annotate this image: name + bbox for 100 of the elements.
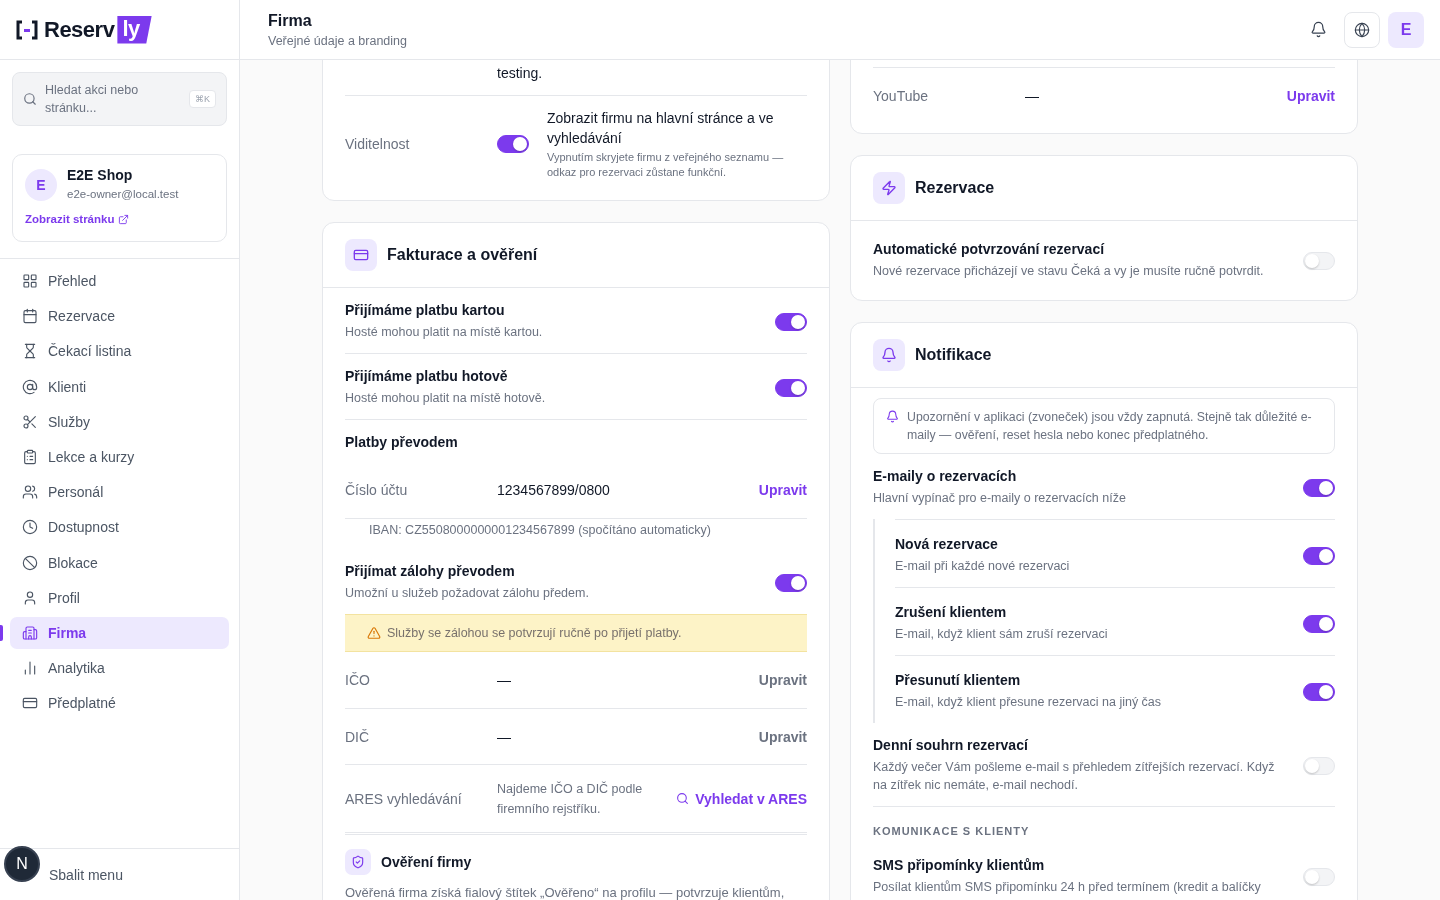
field-value: 1234567899/0800 <box>497 482 611 498</box>
bar-chart-icon <box>22 660 38 677</box>
user-avatar-button[interactable]: E <box>1388 11 1424 48</box>
credit-card-icon <box>345 239 377 271</box>
shortcut-hint: ⌘K <box>189 90 216 108</box>
building-icon <box>22 624 38 641</box>
language-button[interactable] <box>1344 11 1380 48</box>
field-label: YouTube <box>873 87 929 104</box>
toggle-switch[interactable] <box>775 378 807 397</box>
edit-link[interactable]: Upravit <box>758 482 807 498</box>
setting-title: Přijímáme platbu kartou <box>345 302 506 318</box>
warning-text: Služby se zálohou se potvrzují ručně po přijetí platby. <box>387 626 682 640</box>
nav-item[interactable]: Lekce a kurzy <box>10 440 229 474</box>
edit-link[interactable]: Upravit <box>1286 87 1335 104</box>
setting-description: Hosté mohou platit na místě hotově. <box>345 390 547 407</box>
setting-title: Přesunutí klientem <box>895 672 1022 688</box>
field-label: Viditelnost <box>345 136 411 152</box>
nav-item[interactable]: Klienti <box>10 370 229 403</box>
globe-icon <box>1354 21 1370 38</box>
subsection-title: Platby převodem <box>345 433 458 452</box>
field-value: — <box>497 728 512 745</box>
field-label: DIČ <box>345 728 371 745</box>
setting-title: E-maily o rezervacích <box>873 468 1018 484</box>
section-title: Ověření firmy <box>381 854 472 870</box>
card-title: Notifikace <box>915 346 992 364</box>
user-icon <box>22 589 38 606</box>
collapse-menu-button[interactable]: Sbalit menu <box>49 866 123 883</box>
field-label: Číslo účtu <box>345 482 409 498</box>
toggle-switch[interactable] <box>1303 614 1335 633</box>
setting-title: Automatické potvrzování rezervací <box>873 241 1106 257</box>
setting-title: Nová rezervace <box>895 536 999 552</box>
ares-search-link[interactable]: Vyhledat v ARES <box>676 790 807 807</box>
nav-item[interactable]: Analytika <box>10 652 229 685</box>
setting-description: Každý večer Vám pošleme e-mail s přehledem zítřejších rezervací. Když na zítřek nic nemáte, e-mail nechodí. <box>873 759 1276 794</box>
shield-check-icon <box>345 849 371 875</box>
users-icon <box>22 484 38 501</box>
iban-note: IBAN: CZ5508000000001234567899 (spočítáno automaticky) <box>345 518 807 549</box>
toggle-switch[interactable] <box>497 135 529 153</box>
setting-title: SMS připomínky klientům <box>873 857 1046 873</box>
field-value: — <box>1025 87 1040 104</box>
setting-description: E-mail při každé nové rezervaci <box>895 558 1071 575</box>
shop-email: e2e-owner@local.test <box>67 188 179 200</box>
setting-description: E-mail, když klient přesune rezervaci na jiný čas <box>895 694 1163 711</box>
reservly-logo[interactable]: Reserv ly <box>16 15 152 44</box>
field-label: IČO <box>345 672 371 688</box>
bell-icon <box>886 410 899 423</box>
nav-item[interactable]: Přehled <box>10 265 229 298</box>
dev-tools-badge[interactable]: N <box>4 846 40 882</box>
bell-icon <box>873 339 905 371</box>
nav-item[interactable]: Personál <box>10 476 229 509</box>
nav-item[interactable]: Čekací listina <box>10 335 229 368</box>
calendar-icon <box>22 308 38 325</box>
lightning-icon <box>873 172 905 204</box>
setting-title: Denní souhrn rezervací <box>873 737 1029 753</box>
page-title: Firma <box>268 11 313 30</box>
scissors-icon <box>22 413 38 430</box>
bell-icon <box>1309 21 1327 38</box>
setting-description: Hosté mohou platit na místě kartou. <box>345 324 544 341</box>
search-icon <box>676 792 690 805</box>
grid-icon <box>22 273 38 290</box>
setting-title: Zrušení klientem <box>895 604 1008 620</box>
bracket-logo-icon <box>16 19 38 40</box>
toggle-switch[interactable] <box>1303 682 1335 701</box>
toggle-switch[interactable] <box>775 312 807 331</box>
setting-description: Umožní u služeb požadovat zálohu předem. <box>345 585 590 602</box>
toggle-switch[interactable] <box>1303 478 1335 497</box>
nav-item[interactable]: Předplatné <box>10 687 229 720</box>
setting-description: Hlavní vypínač pro e-maily o rezervacích níže <box>873 490 1127 507</box>
toggle-switch[interactable] <box>1303 546 1335 565</box>
setting-title: Zobrazit firmu na hlavní stránce a ve vyhledávání <box>547 109 775 148</box>
logo-text: Reserv ly <box>44 15 152 44</box>
active-indicator <box>0 624 3 641</box>
warning-icon <box>367 626 381 640</box>
search-icon <box>23 92 37 106</box>
page-subtitle: Veřejné údaje a branding <box>268 33 407 48</box>
setting-title: Přijímat zálohy převodem <box>345 563 516 579</box>
field-value: — <box>497 672 512 688</box>
view-page-link[interactable]: Zobrazit stránku <box>25 213 130 225</box>
nav-item[interactable]: Rezervace <box>10 300 229 333</box>
field-value: testing. <box>497 65 544 81</box>
card-title: Fakturace a ověření <box>387 246 538 264</box>
nav-item[interactable]: Profil <box>10 581 229 614</box>
nav-item[interactable]: Blokace <box>10 546 229 579</box>
setting-description: Vypnutím skryjete firmu z veřejného seznamu — odkaz pro rezervaci zůstane funkční. <box>547 150 785 180</box>
at-sign-icon <box>22 378 38 395</box>
setting-description: Posílat klientům SMS připomínku 24 h před termínem (kredit a balíčky <box>873 879 1262 896</box>
search-field[interactable]: Hledat akci nebo stránku... ⌘K <box>12 72 227 126</box>
setting-description: E-mail, když klient sám zruší rezervaci <box>895 626 1109 643</box>
external-link-icon <box>118 213 130 225</box>
section-label: KOMUNIKACE S KLIENTY <box>873 806 1335 843</box>
toggle-switch[interactable] <box>775 573 807 592</box>
nav-item[interactable]: Služby <box>10 405 229 438</box>
section-description: Ověřená firma získá fialový štítek „Ověřeno“ na profilu — potvrzuje klientům, <box>345 885 786 900</box>
search-placeholder: Hledat akci nebo stránku... <box>45 82 140 117</box>
ban-icon <box>22 554 38 571</box>
shop-avatar: E <box>25 169 57 201</box>
clock-icon <box>22 519 38 536</box>
nav-item[interactable]: Dostupnost <box>10 511 229 544</box>
card-title: Rezervace <box>915 179 995 197</box>
shop-name: E2E Shop <box>67 167 134 183</box>
